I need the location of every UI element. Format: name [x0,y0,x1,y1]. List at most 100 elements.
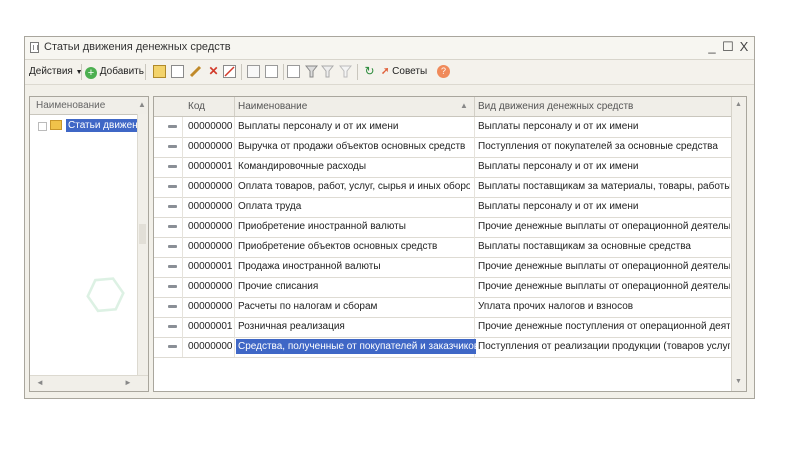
cell-name: Прочие списания [238,281,319,292]
cell-divider [474,137,475,157]
scroll-thumb[interactable] [139,224,146,244]
cell-divider [182,297,183,317]
tips-button[interactable]: ➚ Советы [381,64,427,80]
add-button[interactable]: + Добавить [85,64,144,80]
refresh-icon[interactable]: ↻ [363,65,376,78]
item-icon [168,285,177,288]
toolbar: Действия ▼ + Добавить ✕ ↻ ➚ Советы ? [25,60,754,85]
folder-icon [50,120,62,130]
cell-divider [234,217,235,237]
table-row[interactable]: 000000001 Выручка от продажи объектов осн… [154,137,732,158]
tips-label: Советы [392,66,428,77]
title-bar: Статьи движения денежных средств _ ☐ X [25,37,754,60]
table-row[interactable]: 000000007 Выплаты персоналу и от их имени… [154,117,732,138]
delete-icon[interactable]: ✕ [207,65,220,78]
column-divider [234,97,235,116]
table-row[interactable]: 000000011 Розничная реализация Прочие дене… [154,317,732,338]
actions-menu[interactable]: Действия ▼ [29,64,83,80]
window-icon [30,42,39,53]
item-icon [168,325,177,328]
cell-divider [234,337,235,357]
cell-divider [234,257,235,277]
item-icon [168,205,177,208]
cell-name: Приобретение объектов основных средств [238,241,438,252]
toolbar-separator [241,64,242,80]
toolbar-separator [357,64,358,80]
column-header-code[interactable]: Код [188,101,205,112]
scroll-down-icon[interactable]: ▼ [735,378,742,385]
cell-divider [474,157,475,177]
edit-icon[interactable] [189,65,202,78]
cell-kind: Прочие денежные выплаты от операционной … [478,221,730,232]
table-row[interactable]: 000000010 Командировочные расходы Выплаты … [154,157,732,178]
scroll-left-icon[interactable]: ◄ [36,378,44,387]
cell-divider [474,237,475,257]
cell-divider [234,177,235,197]
table-row[interactable]: 000000009 Приобретение иностранной валюты… [154,217,732,238]
cell-name: Выплаты персоналу и от их имени [238,121,399,132]
cell-kind: Прочие денежные поступления от операцион… [478,321,730,332]
table-row[interactable]: 000000006 Средства, полученные от покупат… [154,337,732,358]
list-mode-icon[interactable] [247,65,260,78]
cell-code: 000000008 [188,281,232,292]
tree-panel: Наименование ▲ Статьи движени ◄ ► [29,96,149,392]
table-row[interactable]: 000000004 Приобретение объектов основных … [154,237,732,258]
item-icon [168,305,177,308]
cell-code: 000000011 [188,321,232,332]
table-vertical-scrollbar[interactable]: ▲ ▼ [731,97,746,391]
cell-code: 000000004 [188,241,232,252]
maximize-button[interactable]: ☐ [721,39,735,55]
column-header-name[interactable]: Наименование [238,101,307,112]
add-icon: + [85,67,97,79]
cell-name: Расчеты по налогам и сборам [238,301,378,312]
filter-list-icon[interactable] [320,65,335,78]
cell-name: Оплата труда [238,201,302,212]
mark-delete-icon[interactable] [223,65,236,78]
filter-off-icon[interactable] [338,65,353,78]
cell-divider [234,157,235,177]
sort-icon: ▲ [138,100,146,109]
scroll-up-icon[interactable]: ▲ [735,101,742,108]
cell-divider [234,297,235,317]
cell-name: Командировочные расходы [238,161,367,172]
copy-icon[interactable] [171,65,184,78]
scroll-right-icon[interactable]: ► [124,378,132,387]
cell-divider [474,297,475,317]
cell-name: Выручка от продажи объектов основных сре… [238,141,466,152]
cell-divider [182,237,183,257]
close-button[interactable]: X [737,39,751,55]
level-up-icon[interactable] [287,65,300,78]
table-row[interactable]: 000000003 Оплата труда Выплаты персоналу и… [154,197,732,218]
table-row[interactable]: 000000008 Прочие списания Прочие денежные … [154,277,732,298]
minimize-button[interactable]: _ [705,39,719,55]
add-folder-icon[interactable] [153,65,166,78]
tree-vertical-scrollbar[interactable] [137,114,148,375]
cell-name: Средства, полученные от покупателей и за… [236,339,476,354]
tree-horizontal-scrollbar[interactable]: ◄ ► [30,375,148,391]
cell-divider [182,197,183,217]
cell-divider [474,217,475,237]
column-header-kind[interactable]: Вид движения денежных средств [478,101,633,112]
item-icon [168,225,177,228]
cell-divider [182,157,183,177]
column-divider [474,97,475,116]
cell-code: 000000005 [188,301,232,312]
cell-divider [182,177,183,197]
item-icon [168,145,177,148]
cell-code: 000000012 [188,261,232,272]
hierarchy-icon[interactable] [265,65,278,78]
help-icon[interactable]: ? [437,65,450,78]
cell-divider [182,117,183,137]
item-icon [168,125,177,128]
table-row[interactable]: 000000012 Продажа иностранной валюты Прочи… [154,257,732,278]
cell-divider [234,317,235,337]
cell-kind: Прочие денежные выплаты от операционной … [478,261,730,272]
filter-icon[interactable] [304,65,319,78]
table-row[interactable]: 000000002 Оплата товаров, работ, услуг, с… [154,177,732,198]
cell-name: Приобретение иностранной валюты [238,221,406,232]
table-row[interactable]: 000000005 Расчеты по налогам и сборам Упла… [154,297,732,318]
add-label: Добавить [99,66,144,77]
cell-divider [474,117,475,137]
cell-kind: Выплаты поставщикам за материалы, товары… [478,181,730,192]
cell-kind: Поступления от реализации продукции (тов… [478,341,730,352]
